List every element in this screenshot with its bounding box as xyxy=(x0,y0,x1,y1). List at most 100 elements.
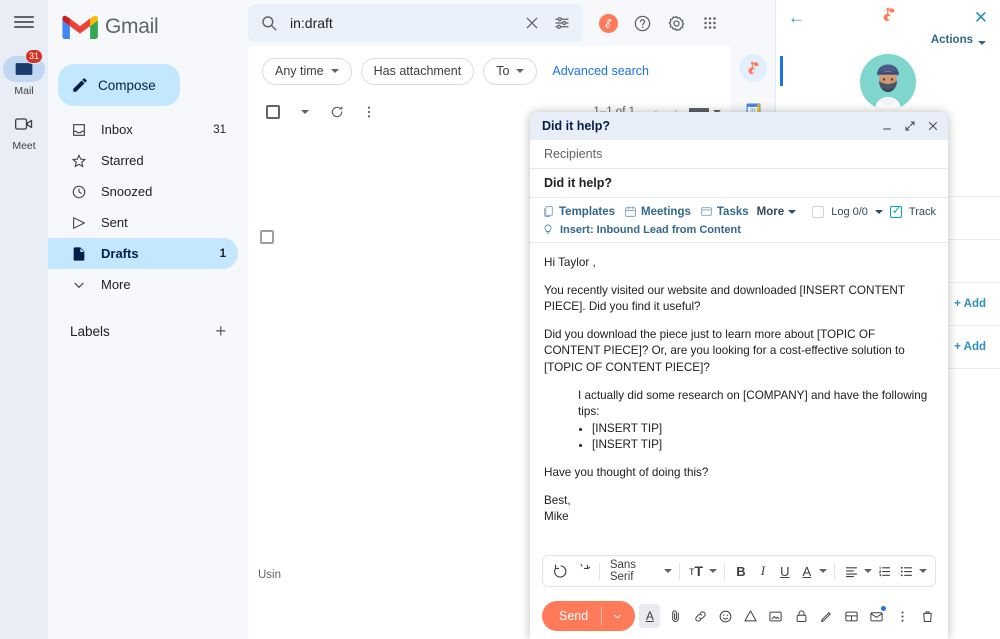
chevron-down-icon[interactable] xyxy=(788,210,796,214)
add-label-button[interactable]: + xyxy=(215,322,226,340)
gmail-logo-icon xyxy=(62,14,98,41)
subject-value: Did it help? xyxy=(544,176,612,190)
sidebar-item-more[interactable]: More xyxy=(48,269,238,300)
bulleted-list-icon[interactable] xyxy=(897,561,916,582)
add-deal-button[interactable]: + Add xyxy=(954,298,986,310)
insert-link-icon[interactable] xyxy=(690,604,711,628)
chip-to[interactable]: To xyxy=(483,58,537,85)
chevron-down-icon[interactable] xyxy=(709,569,717,573)
notification-dot xyxy=(881,606,886,611)
italic-button[interactable]: I xyxy=(753,561,772,582)
select-all-checkbox[interactable] xyxy=(258,97,288,127)
more-format-icon[interactable] xyxy=(919,569,927,573)
apps-grid-icon xyxy=(701,14,719,32)
chevron-down-icon[interactable] xyxy=(664,569,672,573)
select-dropdown-button[interactable] xyxy=(290,97,320,127)
help-button[interactable] xyxy=(627,8,657,38)
align-icon[interactable] xyxy=(842,561,861,582)
formatting-options-icon[interactable]: A xyxy=(639,604,660,628)
subject-field[interactable]: Did it help? xyxy=(530,169,948,198)
recipients-placeholder: Recipients xyxy=(544,147,602,161)
email-row-checkbox[interactable] xyxy=(260,230,274,244)
undo-icon[interactable] xyxy=(551,561,570,582)
sidebar-item-snoozed[interactable]: Snoozed xyxy=(48,176,238,207)
chip-any-time[interactable]: Any time xyxy=(262,58,352,85)
chevron-down-icon[interactable] xyxy=(978,41,986,45)
search-bar[interactable] xyxy=(248,4,583,42)
rail-item-mail[interactable]: 31 Mail xyxy=(3,56,45,97)
hubspot-sprocket-button[interactable] xyxy=(593,8,623,38)
hubspot-more-button[interactable]: More xyxy=(757,206,784,218)
meetings-button[interactable]: Meetings xyxy=(641,206,691,218)
advanced-search-link[interactable]: Advanced search xyxy=(552,64,649,78)
bold-button[interactable]: B xyxy=(731,561,750,582)
draft-icon xyxy=(70,245,87,262)
compose-body[interactable]: Hi Taylor , You recently visited our web… xyxy=(530,243,948,555)
insert-photo-icon[interactable] xyxy=(765,604,786,628)
search-input[interactable] xyxy=(290,15,517,31)
minimize-icon[interactable] xyxy=(880,119,894,133)
insert-template-icon[interactable] xyxy=(841,604,862,628)
more-options-icon[interactable] xyxy=(892,604,913,628)
recipients-field[interactable]: Recipients xyxy=(530,140,948,169)
chevron-down-icon xyxy=(516,69,524,73)
attach-file-icon[interactable] xyxy=(664,604,685,628)
compose-button[interactable]: Compose xyxy=(58,64,180,106)
insert-drive-icon[interactable] xyxy=(740,604,761,628)
search-options-button[interactable] xyxy=(547,8,577,38)
actions-dropdown[interactable]: Actions xyxy=(931,34,973,46)
chevron-down-icon[interactable] xyxy=(819,569,827,573)
more-actions-button[interactable] xyxy=(354,97,384,127)
compose-label: Compose xyxy=(98,78,156,93)
rail-item-hubspot[interactable] xyxy=(739,54,767,82)
add-task-button[interactable]: + Add xyxy=(954,341,986,353)
sidebar-item-sent[interactable]: Sent xyxy=(48,207,238,238)
refresh-button[interactable] xyxy=(322,97,352,127)
discard-draft-button[interactable] xyxy=(917,604,938,628)
arrow-left-icon[interactable]: ← xyxy=(788,9,805,26)
font-size-icon[interactable]: тT xyxy=(687,561,706,582)
chevron-down-icon[interactable] xyxy=(864,569,872,573)
clear-search-button[interactable] xyxy=(517,8,547,38)
send-button[interactable]: Send xyxy=(542,601,635,631)
insert-emoji-icon[interactable] xyxy=(715,604,736,628)
log-checkbox[interactable] xyxy=(812,206,824,218)
numbered-list-icon[interactable] xyxy=(875,561,894,582)
sidebar-item-inbox[interactable]: Inbox 31 xyxy=(48,114,238,145)
more-vertical-icon xyxy=(361,104,377,120)
pencil-icon xyxy=(71,76,89,94)
gmail-sidebar: Gmail Compose Inbox 31 Starred Sno xyxy=(48,0,248,639)
underline-button[interactable]: U xyxy=(775,561,794,582)
send-options-icon[interactable] xyxy=(602,612,633,621)
tasks-button[interactable]: Tasks xyxy=(717,206,749,218)
close-icon[interactable]: ✕ xyxy=(974,9,988,26)
hamburger-icon[interactable] xyxy=(12,10,36,34)
hubspot-sprocket-icon xyxy=(599,14,618,33)
sidebar-item-starred[interactable]: Starred xyxy=(48,145,238,176)
sidebar-label-snoozed: Snoozed xyxy=(101,184,152,199)
track-checkbox[interactable] xyxy=(890,206,902,218)
templates-button[interactable]: Templates xyxy=(559,206,615,218)
hubspot-email-icon[interactable] xyxy=(866,604,887,628)
sidebar-item-drafts[interactable]: Drafts 1 xyxy=(48,238,238,269)
apps-button[interactable] xyxy=(695,8,725,38)
font-family-select[interactable]: Sans Serif xyxy=(607,559,661,583)
settings-button[interactable] xyxy=(661,8,691,38)
log-dropdown-icon[interactable] xyxy=(875,210,883,214)
confidential-mode-icon[interactable] xyxy=(791,604,812,628)
gmail-brand: Gmail xyxy=(48,4,248,50)
redo-icon[interactable] xyxy=(573,561,592,582)
insert-signature-icon[interactable] xyxy=(816,604,837,628)
insert-content-button[interactable]: Insert: Inbound Lead from Content xyxy=(560,224,741,236)
star-icon xyxy=(70,152,87,169)
chip-has-attachment[interactable]: Has attachment xyxy=(361,58,475,85)
expand-icon[interactable] xyxy=(903,119,917,133)
close-icon[interactable] xyxy=(926,119,940,133)
body-indent-line: I actually did some research on [COMPANY… xyxy=(578,388,934,421)
body-greeting: Hi Taylor , xyxy=(544,255,934,272)
text-color-icon[interactable]: A xyxy=(797,561,816,582)
trash-icon xyxy=(920,609,935,624)
templates-icon xyxy=(542,205,555,218)
log-label: Log 0/0 xyxy=(831,206,868,218)
rail-item-meet[interactable]: Meet xyxy=(3,111,45,152)
